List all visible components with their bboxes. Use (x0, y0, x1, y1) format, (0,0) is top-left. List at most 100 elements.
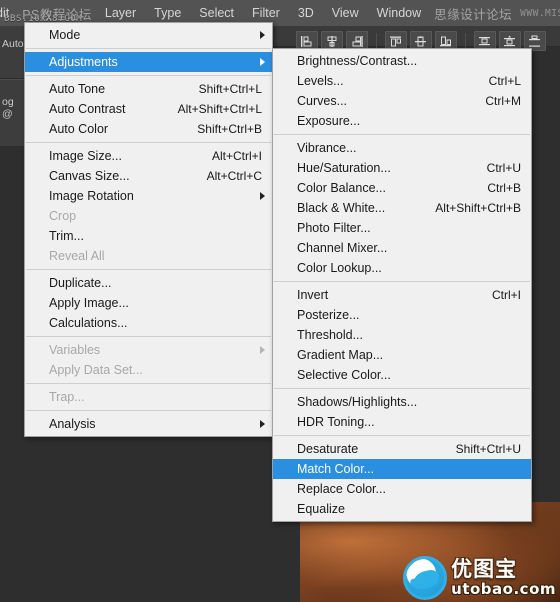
menu-item-shortcut: Ctrl+B (469, 178, 525, 198)
menu-item-label: Match Color... (297, 459, 374, 479)
menu-item-label: Auto Color (49, 119, 108, 139)
photoshop-window: Auto- og @ (0, 0, 560, 602)
menu-item-levels[interactable]: Levels...Ctrl+L (273, 71, 531, 91)
menu-item-color-lookup[interactable]: Color Lookup... (273, 258, 531, 278)
menu-separator (273, 432, 531, 439)
menu-item-mode[interactable]: Mode (25, 25, 272, 45)
menu-item-brightness-contrast[interactable]: Brightness/Contrast... (273, 51, 531, 71)
menu-separator (25, 139, 272, 146)
menu-item-vibrance[interactable]: Vibrance... (273, 138, 531, 158)
separator-line (26, 269, 271, 270)
menu-item-label: Invert (297, 285, 328, 305)
options-bar-left-fragment: Auto- og @ (0, 26, 26, 146)
menu-item-shortcut: Alt+Ctrl+I (194, 146, 266, 166)
menubar-item-window[interactable]: Window (368, 0, 430, 26)
menu-item-label: Canvas Size... (49, 166, 130, 186)
submenu-arrow-icon (260, 31, 265, 39)
watermark-missyuan-url: WWW.MISSYUAN.COM (516, 8, 560, 19)
menu-item-label: Shadows/Highlights... (297, 392, 417, 412)
menu-item-label: Auto Contrast (49, 99, 125, 119)
menu-item-replace-color[interactable]: Replace Color... (273, 479, 531, 499)
menu-separator (25, 45, 272, 52)
menu-item-invert[interactable]: InvertCtrl+I (273, 285, 531, 305)
menu-separator (25, 266, 272, 273)
site-watermark-text: 优图宝 utobao.com (451, 559, 556, 597)
separator-line (26, 383, 271, 384)
menu-item-shortcut: Alt+Shift+Ctrl+B (417, 198, 525, 218)
site-watermark-cn: 优图宝 (451, 559, 556, 580)
menu-item-label: Image Rotation (49, 186, 134, 206)
menu-item-auto-color[interactable]: Auto ColorShift+Ctrl+B (25, 119, 272, 139)
menu-separator (25, 407, 272, 414)
menu-item-calculations[interactable]: Calculations... (25, 313, 272, 333)
menu-item-equalize[interactable]: Equalize (273, 499, 531, 519)
separator-line (26, 48, 271, 49)
menu-item-label: Black & White... (297, 198, 385, 218)
menu-item-canvas-size[interactable]: Canvas Size...Alt+Ctrl+C (25, 166, 272, 186)
separator-line (274, 435, 530, 436)
menu-item-trim[interactable]: Trim... (25, 226, 272, 246)
menu-item-duplicate[interactable]: Duplicate... (25, 273, 272, 293)
separator-line (274, 134, 530, 135)
menu-separator (25, 333, 272, 340)
submenu-arrow-icon (260, 192, 265, 200)
menu-item-curves[interactable]: Curves...Ctrl+M (273, 91, 531, 111)
menu-separator (273, 385, 531, 392)
menu-item-auto-contrast[interactable]: Auto Contrast Alt+Shift+Ctrl+L (25, 99, 272, 119)
menu-item-shortcut: Alt+Shift+Ctrl+L (160, 99, 266, 119)
menu-item-shortcut: Shift+Ctrl+U (438, 439, 525, 459)
watermark-bbs: BBS.16XX8.COM (4, 14, 82, 24)
menu-item-adjustments[interactable]: Adjustments (25, 52, 272, 72)
menu-item-image-rotation[interactable]: Image Rotation (25, 186, 272, 206)
submenu-arrow-icon (260, 420, 265, 428)
menu-item-label: Mode (49, 25, 80, 45)
image-menu-panel[interactable]: ModeAdjustmentsAuto ToneShift+Ctrl+LAuto… (24, 22, 273, 437)
menu-item-label: Image Size... (49, 146, 122, 166)
menu-item-crop: Crop (25, 206, 272, 226)
menu-item-label: Adjustments (49, 52, 118, 72)
separator-line (274, 388, 530, 389)
menu-item-shadows-highlights[interactable]: Shadows/Highlights... (273, 392, 531, 412)
menu-item-label: Exposure... (297, 111, 360, 131)
menu-item-label: Brightness/Contrast... (297, 51, 417, 71)
menu-item-desaturate[interactable]: Desaturate Shift+Ctrl+U (273, 439, 531, 459)
menu-separator (273, 278, 531, 285)
menu-item-apply-image[interactable]: Apply Image... (25, 293, 272, 313)
site-watermark-en: utobao.com (451, 582, 556, 597)
menu-item-hue-saturation[interactable]: Hue/Saturation...Ctrl+U (273, 158, 531, 178)
menu-item-label: Apply Data Set... (49, 360, 143, 380)
menu-item-match-color[interactable]: Match Color... (273, 459, 531, 479)
menu-item-label: Hue/Saturation... (297, 158, 391, 178)
menu-item-label: Posterize... (297, 305, 360, 325)
submenu-arrow-icon (260, 58, 265, 66)
adjustments-submenu-panel[interactable]: Brightness/Contrast...Levels...Ctrl+LCur… (272, 48, 532, 522)
menu-item-photo-filter[interactable]: Photo Filter... (273, 218, 531, 238)
toolbar-separator (376, 33, 377, 49)
menu-item-posterize[interactable]: Posterize... (273, 305, 531, 325)
menu-item-label: Color Balance... (297, 178, 386, 198)
submenu-arrow-icon (260, 346, 265, 354)
menu-item-label: Color Lookup... (297, 258, 382, 278)
menu-item-label: Equalize (297, 499, 345, 519)
canvas-dark-region (0, 502, 300, 602)
menu-item-gradient-map[interactable]: Gradient Map... (273, 345, 531, 365)
menu-item-channel-mixer[interactable]: Channel Mixer... (273, 238, 531, 258)
menu-item-selective-color[interactable]: Selective Color... (273, 365, 531, 385)
separator-line (26, 336, 271, 337)
menu-item-label: Threshold... (297, 325, 363, 345)
menu-item-exposure[interactable]: Exposure... (273, 111, 531, 131)
menu-item-shortcut: Shift+Ctrl+L (181, 79, 266, 99)
menu-item-auto-tone[interactable]: Auto ToneShift+Ctrl+L (25, 79, 272, 99)
menu-item-label: Curves... (297, 91, 347, 111)
menu-item-label: Desaturate (297, 439, 358, 459)
menu-item-analysis[interactable]: Analysis (25, 414, 272, 434)
menubar-item-view[interactable]: View (323, 0, 368, 26)
menu-item-threshold[interactable]: Threshold... (273, 325, 531, 345)
menu-item-label: Reveal All (49, 246, 105, 266)
menu-item-black-white[interactable]: Black & White... Alt+Shift+Ctrl+B (273, 198, 531, 218)
menu-item-image-size[interactable]: Image Size... Alt+Ctrl+I (25, 146, 272, 166)
menu-item-color-balance[interactable]: Color Balance... Ctrl+B (273, 178, 531, 198)
menubar-item-3d[interactable]: 3D (289, 0, 323, 26)
menu-item-apply-data-set: Apply Data Set... (25, 360, 272, 380)
menu-item-hdr-toning[interactable]: HDR Toning... (273, 412, 531, 432)
